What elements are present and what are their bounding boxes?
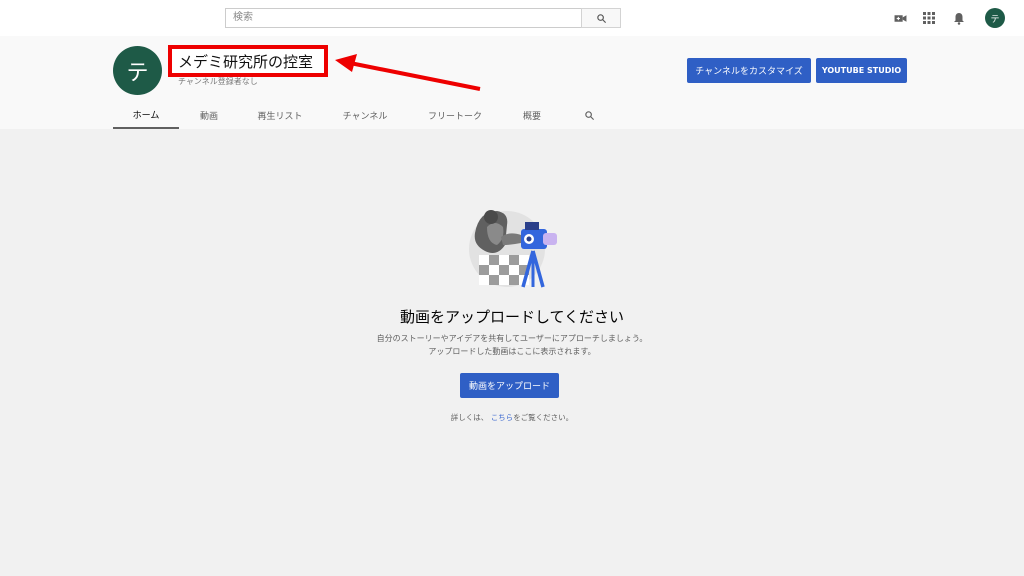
search-icon [596,13,606,23]
top-bar: 検索 テ [0,0,1024,36]
learn-more-text: 詳しくは、 こちらをご覧ください。 [312,412,712,423]
search-icon [584,111,594,121]
tab-about[interactable]: 概要 [515,102,549,129]
upload-video-button[interactable]: 動画をアップロード [460,373,559,398]
learn-more-link[interactable]: こちら [491,413,514,422]
learn-more-suffix: をご覧ください。 [513,413,574,422]
empty-state-description: 自分のストーリーやアイデアを共有してユーザーにアプローチしましょう。 アップロー… [312,332,712,358]
upload-illustration [469,210,557,288]
channel-header: テ チャンネル登録者なし メデミ研究所の控室 チャンネルをカスタマイズ YOUT… [0,36,1024,129]
empty-desc-line-2: アップロードした動画はここに表示されます。 [428,347,596,356]
channel-title: メデミ研究所の控室 [168,45,328,77]
apps-grid-icon[interactable] [922,11,936,25]
search-input[interactable]: 検索 [225,8,582,28]
tab-home[interactable]: ホーム [113,102,179,129]
customize-channel-button[interactable]: チャンネルをカスタマイズ [687,58,811,83]
tab-search[interactable] [579,102,599,129]
channel-avatar: テ [113,46,162,95]
annotation-arrow [335,54,481,91]
empty-state-title: 動画をアップロードしてください [399,308,625,326]
tab-channels[interactable]: チャンネル [336,102,394,129]
youtube-studio-button[interactable]: YOUTUBE STUDIO [816,58,907,83]
bell-icon[interactable] [952,11,966,25]
tab-videos[interactable]: 動画 [191,102,227,129]
subscriber-count: チャンネル登録者なし [178,77,258,86]
account-avatar[interactable]: テ [985,8,1005,28]
video-camera-icon[interactable] [893,11,907,25]
empty-desc-line-1: 自分のストーリーやアイデアを共有してユーザーにアプローチしましょう。 [376,334,648,343]
tab-playlists[interactable]: 再生リスト [251,102,309,129]
search-button[interactable] [581,8,621,28]
tab-discussion[interactable]: フリートーク [421,102,489,129]
learn-more-prefix: 詳しくは、 [450,413,489,422]
